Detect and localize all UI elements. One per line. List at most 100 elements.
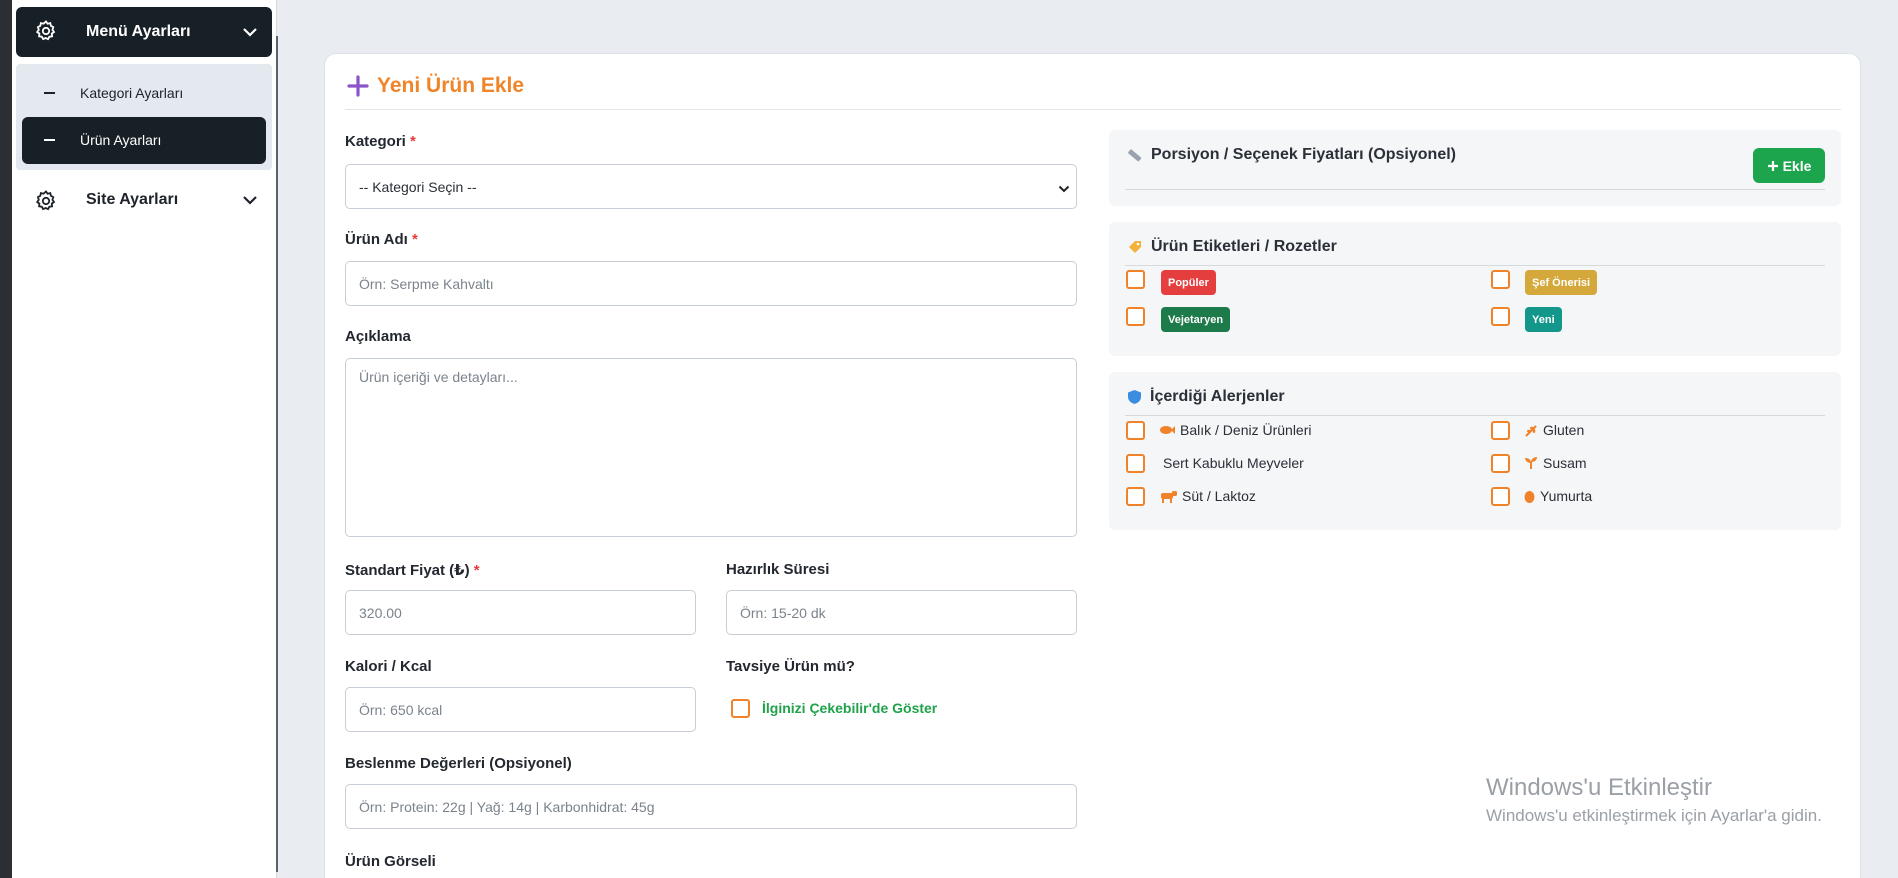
sidebar-item-site-settings[interactable]: Site Ayarları (16, 177, 272, 225)
allergen-checkbox[interactable] (1126, 454, 1145, 473)
watermark-title: Windows'u Etkinleştir (1486, 774, 1712, 801)
allergen-checkbox[interactable] (1491, 487, 1510, 506)
tag-checkbox[interactable] (1126, 307, 1145, 326)
allergens-title: İçerdiği Alerjenler (1127, 388, 1285, 406)
tag-badge-new[interactable]: Yeni (1525, 307, 1562, 332)
nutrition-placeholder: Örn: Protein: 22g | Yağ: 14g | Karbonhid… (359, 798, 655, 815)
chevron-down-icon (242, 193, 258, 211)
plus-icon (1767, 160, 1779, 172)
watermark-subtitle: Windows'u etkinleştirmek için Ayarlar'a … (1486, 806, 1822, 825)
dash-icon (44, 139, 55, 141)
allergens-panel: İçerdiği Alerjenler Balık / Deniz Ürünle… (1109, 372, 1841, 530)
portions-panel: Porsiyon / Seçenek Fiyatları (Opsiyonel)… (1109, 130, 1841, 206)
gear-icon (34, 189, 58, 218)
tag-checkbox[interactable] (1126, 270, 1145, 289)
sidebar-item-menu-settings[interactable]: Menü Ayarları (16, 7, 272, 57)
category-label-text: Kategori (345, 133, 406, 150)
required-mark: * (410, 133, 416, 150)
sidebar-item-product-settings[interactable]: Ürün Ayarları (22, 117, 266, 164)
sidebar-item-label: Ürün Ayarları (80, 132, 162, 148)
product-name-placeholder: Örn: Serpme Kahvaltı (359, 275, 494, 292)
allergen-label: Süt / Laktoz (1182, 488, 1256, 504)
tag-checkbox[interactable] (1491, 307, 1510, 326)
allergen-label: Balık / Deniz Ürünleri (1180, 422, 1312, 438)
submenu: Kategori Ayarları Ürün Ayarları (16, 64, 272, 170)
prep-time-placeholder: Örn: 15-20 dk (740, 604, 826, 621)
nutrition-label: Beslenme Değerleri (Opsiyonel) (345, 755, 572, 772)
tags-title: Ürün Etiketleri / Rozetler (1127, 238, 1337, 256)
sidebar-item-label: Menü Ayarları (86, 23, 191, 40)
price-input[interactable]: 320.00 (345, 590, 696, 635)
calories-placeholder: Örn: 650 kcal (359, 701, 443, 718)
sidebar-item-label: Kategori Ayarları (80, 85, 184, 101)
price-label: Standart Fiyat (₺) * (345, 561, 480, 579)
category-select-value: -- Kategori Seçin -- (359, 178, 477, 195)
tags-panel: Ürün Etiketleri / Rozetler Popüler Şef Ö… (1109, 222, 1841, 356)
nutrition-input[interactable]: Örn: Protein: 22g | Yağ: 14g | Karbonhid… (345, 784, 1077, 829)
page-title-text: Yeni Ürün Ekle (377, 74, 525, 97)
gear-icon (34, 19, 58, 48)
divider (1125, 189, 1825, 190)
ruler-icon (1127, 147, 1143, 163)
description-textarea[interactable]: Ürün içeriği ve detayları... (345, 358, 1077, 537)
portions-title-text: Porsiyon / Seçenek Fiyatları (Opsiyonel) (1151, 146, 1456, 163)
image-label: Ürün Görseli (345, 853, 436, 870)
tag-badge-chef[interactable]: Şef Önerisi (1525, 270, 1598, 295)
sidebar-item-category-settings[interactable]: Kategori Ayarları (22, 70, 266, 117)
tag-checkbox[interactable] (1491, 270, 1510, 289)
description-placeholder: Ürün içeriği ve detayları... (359, 369, 518, 385)
shield-icon (1127, 389, 1142, 405)
tag-icon (1127, 239, 1143, 255)
allergens-title-text: İçerdiği Alerjenler (1150, 388, 1285, 405)
tag-badge-vegetarian[interactable]: Vejetaryen (1161, 307, 1231, 332)
sidebar: Menü Ayarları Kategori Ayarları Ürün Aya… (12, 0, 277, 878)
window-edge (0, 0, 12, 878)
recommended-checkbox-label[interactable]: İlginizi Çekebilir'de Göster (762, 700, 937, 716)
fish-icon (1159, 424, 1175, 436)
allergen-item-gluten[interactable]: Gluten (1524, 422, 1584, 438)
allergen-checkbox[interactable] (1126, 421, 1145, 440)
prep-time-input[interactable]: Örn: 15-20 dk (726, 590, 1077, 635)
allergen-label: Gluten (1543, 422, 1585, 438)
allergen-checkbox[interactable] (1491, 454, 1510, 473)
seedling-icon (1524, 456, 1538, 470)
page-title: Yeni Ürün Ekle (347, 74, 524, 98)
add-portion-button[interactable]: Ekle (1753, 148, 1825, 183)
recommended-label: Tavsiye Ürün mü? (726, 658, 855, 675)
allergen-item-sesame[interactable]: Susam (1524, 455, 1587, 471)
product-name-input[interactable]: Örn: Serpme Kahvaltı (345, 261, 1077, 306)
allergen-item-fish[interactable]: Balık / Deniz Ürünleri (1159, 422, 1312, 438)
allergen-label: Sert Kabuklu Meyveler (1163, 455, 1304, 471)
egg-icon (1524, 489, 1535, 503)
allergen-checkbox[interactable] (1491, 421, 1510, 440)
windows-activation-watermark: Windows'u Etkinleştir Windows'u etkinleş… (1486, 774, 1822, 826)
divider (1125, 265, 1825, 266)
calories-input[interactable]: Örn: 650 kcal (345, 687, 696, 732)
allergen-checkbox[interactable] (1126, 487, 1145, 506)
category-label: Kategori * (345, 133, 416, 150)
divider (345, 109, 1841, 110)
allergen-item-egg[interactable]: Yumurta (1524, 488, 1592, 504)
price-value: 320.00 (359, 604, 402, 621)
allergen-item-nuts[interactable]: Sert Kabuklu Meyveler (1163, 455, 1304, 471)
required-mark: * (411, 231, 418, 248)
product-name-label-text: Ürün Adı (345, 231, 408, 248)
chevron-down-icon (1058, 181, 1070, 197)
required-mark: * (473, 562, 480, 579)
allergen-item-milk[interactable]: Süt / Laktoz (1159, 488, 1256, 504)
product-form-card: Yeni Ürün Ekle Kategori * -- Kategori Se… (324, 53, 1861, 878)
allergen-label: Susam (1543, 455, 1587, 471)
sidebar-divider (276, 36, 278, 872)
tag-badge-popular[interactable]: Popüler (1161, 270, 1216, 295)
divider (1125, 415, 1825, 416)
sidebar-item-label: Site Ayarları (86, 191, 179, 208)
allergen-label: Yumurta (1540, 488, 1593, 504)
recommended-checkbox[interactable] (731, 699, 750, 718)
dash-icon (44, 92, 55, 94)
calories-label: Kalori / Kcal (345, 658, 432, 675)
price-label-text: Standart Fiyat (₺) (345, 562, 470, 579)
wheat-icon (1524, 423, 1538, 437)
add-portion-button-label: Ekle (1782, 157, 1812, 174)
cow-icon (1159, 490, 1177, 503)
category-select[interactable]: -- Kategori Seçin -- (345, 164, 1077, 209)
